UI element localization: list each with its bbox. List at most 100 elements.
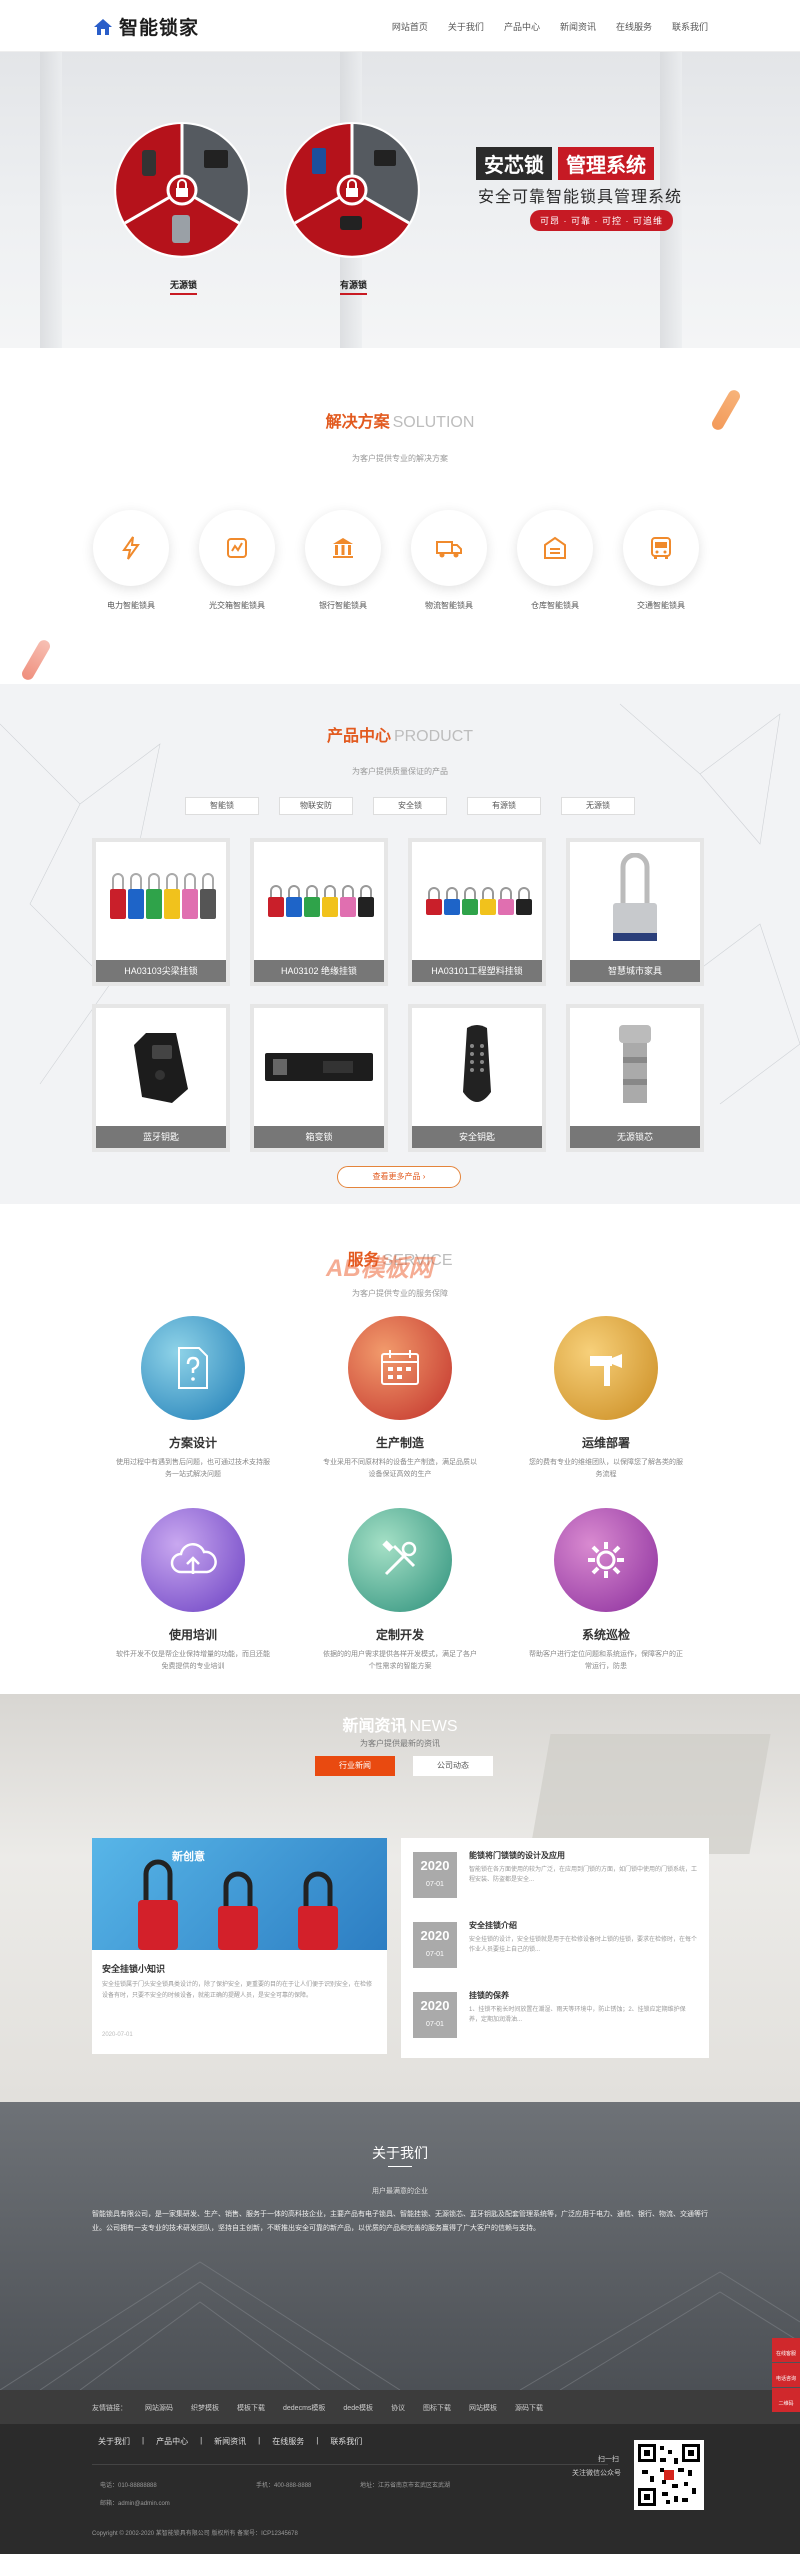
service-desc: 依据的的用户需求提供各样开发模式，满足了各户个性需求的智能方案	[323, 1651, 477, 1670]
news-monthday: 07-01	[426, 2021, 444, 2028]
side-phone-button[interactable]: 电话咨询	[772, 2363, 800, 2387]
product-tab[interactable]: 安全锁	[373, 797, 447, 815]
service-item-training[interactable]: 使用培训 软件开发不仅是帮企业保持增量的功能，而且还能免费提供的专业培训	[93, 1508, 293, 1673]
service-item-design[interactable]: 方案设计 使用过程中有遇到售后问题，也可通过技术支持服务一站式解决问题	[93, 1316, 293, 1481]
news-tab-company[interactable]: 公司动态	[413, 1756, 493, 1776]
banner-title: 安芯锁 管理系统	[476, 147, 654, 180]
friend-link[interactable]: dedecms模板	[283, 2403, 325, 2413]
news-item[interactable]: 2020 07-01 能锁将门锁锁的设计及应用 智能锁在各方面使用的较为广泛，在应用…	[401, 1838, 709, 1918]
solution-item-logistics[interactable]: 物流智能锁具	[404, 510, 494, 611]
friend-link[interactable]: 图标下载	[423, 2403, 451, 2413]
service-name: 系统巡检	[581, 1628, 630, 1642]
friend-link[interactable]: 织梦模板	[191, 2403, 219, 2413]
footer-nav-item[interactable]: 关于我们	[98, 2436, 130, 2447]
friend-link[interactable]: 源码下载	[515, 2403, 543, 2413]
service-item-custom[interactable]: 定制开发 依据的的用户需求提供各样开发模式，满足了各户个性需求的智能方案	[300, 1508, 500, 1673]
news-item[interactable]: 2020 07-01 挂锁的保养 1、挂锁不能长时间放置在潮湿、雨天等环境中，防止锈…	[401, 1978, 709, 2058]
solution-item-power[interactable]: 电力智能锁具	[86, 510, 176, 611]
service-desc: 软件开发不仅是帮企业保持增量的功能，而且还能免费提供的专业培训	[116, 1651, 270, 1670]
product-name: HA03101工程塑料挂锁	[412, 960, 542, 982]
padlock-set-image	[110, 873, 216, 919]
house-logo-icon	[94, 18, 112, 35]
solution-section: 解决方案 SOLUTION 为客户提供专业的解决方案 电力智能锁具 光交箱智能锁具…	[0, 348, 800, 684]
nav-news[interactable]: 新闻资讯	[560, 20, 596, 33]
watermark: AB模板网	[326, 1255, 433, 1282]
solution-item-fiber[interactable]: 光交箱智能锁具	[192, 510, 282, 611]
side-qr-button[interactable]: 二维码	[772, 2388, 800, 2412]
nav-contact[interactable]: 联系我们	[672, 20, 708, 33]
product-tab[interactable]: 智能锁	[185, 797, 259, 815]
solution-subtitle: 为客户提供专业的解决方案	[352, 454, 448, 463]
product-tab[interactable]: 物联安防	[279, 797, 353, 815]
nav-products[interactable]: 产品中心	[504, 20, 540, 33]
footer-scan-label2: 关注微信公众号	[572, 2470, 621, 2477]
hero-banner[interactable]: 无源锁 有源锁 安芯锁 管理系统 安全可靠智能锁具管理系统 可昂 · 可靠 · …	[0, 52, 800, 348]
news-item-title: 挂锁的保养	[469, 1991, 509, 2000]
news-item-title: 能锁将门锁锁的设计及应用	[469, 1851, 565, 1860]
solution-item-warehouse[interactable]: 仓库智能锁具	[510, 510, 600, 611]
news-item-desc: 1、挂锁不能长时间放置在潮湿、雨天等环境中，防止锈蚀；2、挂锁应定期维护保养，定…	[469, 2007, 686, 2023]
product-card[interactable]: 智慧城市家具	[566, 838, 704, 986]
service-desc: 使用过程中有遇到售后问题，也可通过技术支持服务一站式解决问题	[116, 1459, 270, 1478]
more-products-button[interactable]: 查看更多产品 ›	[337, 1166, 461, 1188]
nav-home[interactable]: 网站首页	[392, 20, 428, 33]
side-online-service-button[interactable]: 在线客服	[772, 2338, 800, 2362]
footer-nav-item[interactable]: 新闻资讯	[214, 2436, 246, 2447]
products-title: 产品中心 PRODUCT	[326, 728, 474, 745]
product-name: HA03102 绝缘挂锁	[254, 960, 384, 982]
news-item[interactable]: 2020 07-01 安全挂锁介绍 安全挂锁的设计，安全挂锁就是用于在检修设备时上锁…	[401, 1908, 709, 1988]
footer-nav-item[interactable]: 产品中心	[156, 2436, 188, 2447]
product-card[interactable]: 无源锁芯	[566, 1004, 704, 1152]
product-card[interactable]: 安全钥匙	[408, 1004, 546, 1152]
footer-divider	[92, 2464, 608, 2465]
friend-link[interactable]: 模板下载	[237, 2403, 265, 2413]
service-name: 方案设计	[168, 1436, 217, 1450]
padlock-set-image	[426, 887, 532, 915]
product-name: 箱变锁	[254, 1126, 384, 1148]
news-section: 新闻资讯 NEWS 为客户提供最新的资讯 行业新闻 公司动态 新创意 安全挂锁小知…	[0, 1694, 800, 2102]
solution-item-bank[interactable]: 银行智能锁具	[298, 510, 388, 611]
logo[interactable]: 智能锁家	[93, 13, 199, 40]
friend-link[interactable]: dede模板	[343, 2403, 373, 2413]
about-text: 智能锁具有限公司，是一家集研发、生产、销售、服务于一体的高科技企业，主要产品有电…	[92, 2211, 708, 2232]
product-tab[interactable]: 有源锁	[467, 797, 541, 815]
news-tab-industry[interactable]: 行业新闻	[315, 1756, 395, 1776]
product-card[interactable]: 箱变锁	[250, 1004, 388, 1152]
padlock-photo-icon	[138, 1859, 338, 1950]
box-lock-image	[265, 1053, 373, 1081]
news-featured[interactable]: 新创意 安全挂锁小知识 安全挂锁属于门头安全锁具类设计的，除了保护安全，更重要的…	[92, 1838, 387, 2054]
friend-link[interactable]: 网站模板	[469, 2403, 497, 2413]
friend-link[interactable]: 协议	[391, 2403, 405, 2413]
service-item-manufacture[interactable]: 生产制造 专业采用不同原材料的设备生产制造，满足品质以设备保证高效的生产	[300, 1316, 500, 1481]
service-item-deploy[interactable]: 运维部署 您的费有专业的维维团队，以保障您了解各类的服务流程	[506, 1316, 706, 1481]
nav-service[interactable]: 在线服务	[616, 20, 652, 33]
building-background	[0, 2261, 800, 2390]
product-tab[interactable]: 无源锁	[561, 797, 635, 815]
lock-cylinder-image	[619, 1025, 651, 1103]
nav-about[interactable]: 关于我们	[448, 20, 484, 33]
friend-link[interactable]: 网站源码	[145, 2403, 173, 2413]
service-name: 生产制造	[375, 1436, 424, 1450]
service-item-inspection[interactable]: 系统巡检 帮助客户进行定位问题和系统运作，保障客户的正常运行，防患	[506, 1508, 706, 1673]
passive-lock-tag: 无源锁	[170, 278, 197, 295]
product-name: HA03103尖梁挂锁	[96, 960, 226, 982]
footer-nav-item[interactable]: 在线服务	[272, 2436, 304, 2447]
cloud-upload-icon	[170, 1543, 217, 1574]
news-title: 新闻资讯 NEWS	[342, 1718, 458, 1735]
friend-links-label: 友情链接：	[92, 2405, 127, 2412]
product-card[interactable]: HA03101工程塑料挂锁	[408, 838, 546, 986]
news-item-desc: 安全挂锁的设计，安全挂锁就是用于在检修设备时上锁的挂锁，要求在检修时，在每个作业…	[469, 1937, 698, 1953]
product-card[interactable]: HA03103尖梁挂锁	[92, 838, 230, 986]
service-name: 运维部署	[581, 1436, 630, 1450]
service-subtitle: 为客户提供专业的服务保障	[352, 1289, 448, 1298]
footer-address: 地址：江苏省南京市玄武区玄武湖	[360, 2483, 451, 2489]
footer-nav-item[interactable]: 联系我们	[330, 2436, 362, 2447]
bg-pillar	[40, 52, 62, 348]
qr-code	[634, 2440, 704, 2510]
decor-stripe	[19, 637, 53, 683]
news-featured-image: 新创意	[92, 1838, 387, 1950]
product-card[interactable]: HA03102 绝缘挂锁	[250, 838, 388, 986]
solution-item-traffic[interactable]: 交通智能锁具	[616, 510, 706, 611]
product-card[interactable]: 蓝牙钥匙	[92, 1004, 230, 1152]
banner-title-left: 安芯锁	[476, 147, 552, 180]
